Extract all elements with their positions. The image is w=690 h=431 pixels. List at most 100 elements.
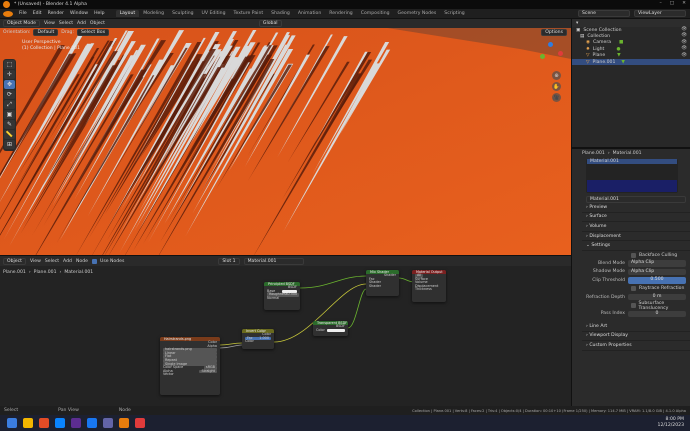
raytrace-refraction-checkbox[interactable] <box>631 286 636 292</box>
transparent-color-swatch[interactable] <box>327 328 345 332</box>
mode-selector[interactable]: Object Mode <box>3 20 40 27</box>
menu-render[interactable]: Render <box>45 11 67 16</box>
menu-help[interactable]: Help <box>91 11 107 16</box>
outliner-item-plane-001[interactable]: ▽ Plane.001 ▼ <box>572 58 690 66</box>
tab-geometry-nodes[interactable]: Geometry Nodes <box>394 10 441 17</box>
3d-viewport[interactable]: ⬚ ✛ ✥ ⟳ ⤢ ▣ ✎ 📏 ⊞ User Perspective (1) C… <box>0 19 571 255</box>
material-slot-item[interactable]: Material.001 <box>587 159 677 164</box>
blender-menu-icon[interactable] <box>3 10 13 17</box>
ne-menu-node[interactable]: Node <box>76 259 88 264</box>
section-line-art[interactable]: › Line Art <box>582 322 690 332</box>
add-cube-tool-icon[interactable]: ⊞ <box>4 140 15 149</box>
material-output-node[interactable]: Material Output All Surface Volume Displ… <box>412 270 446 302</box>
use-nodes-checkbox[interactable] <box>91 258 97 264</box>
scale-tool-icon[interactable]: ⤢ <box>4 100 15 109</box>
close-button[interactable]: ✕ <box>682 1 686 6</box>
ne-menu-view[interactable]: View <box>30 259 41 264</box>
invert-fac-value[interactable]: 1.000 <box>259 336 269 341</box>
clip-threshold-slider[interactable]: 0.500 <box>628 277 686 284</box>
options-button[interactable]: Options <box>541 28 567 36</box>
visibility-eye-icon[interactable]: 👁 <box>681 33 687 38</box>
section-displacement[interactable]: › Displacement <box>582 232 690 242</box>
tab-modeling[interactable]: Modeling <box>139 10 168 17</box>
tab-uv-editing[interactable]: UV Editing <box>198 10 230 17</box>
outliner-filter-icon[interactable]: ▾ <box>576 21 578 26</box>
annotate-tool-icon[interactable]: ✎ <box>4 120 15 129</box>
invert-color-node[interactable]: Invert Color Color Fac 1.000 Color <box>242 329 274 349</box>
select-tool-icon[interactable]: ⬚ <box>4 60 15 69</box>
zoom-icon[interactable]: ⊕ <box>552 71 561 80</box>
blend-mode-dropdown[interactable]: Alpha Clip <box>628 260 686 267</box>
move-tool-icon[interactable]: ✥ <box>4 80 15 89</box>
section-surface[interactable]: › Surface <box>582 213 690 223</box>
gizmo-x-icon[interactable] <box>558 51 563 56</box>
backface-culling-checkbox[interactable] <box>631 252 636 258</box>
backface-culling-row[interactable]: Backface Culling <box>582 251 690 259</box>
alpha-mode-selector[interactable]: Straight <box>199 369 217 374</box>
camera-view-icon[interactable]: 🎥 <box>552 93 561 102</box>
mix-shader-node[interactable]: Mix Shader Shader Fac Shader Shader <box>366 270 399 296</box>
app-icon[interactable] <box>87 418 97 428</box>
tab-scripting[interactable]: Scripting <box>440 10 468 17</box>
refraction-depth-field[interactable]: 0 m <box>628 293 686 301</box>
drag-selector[interactable]: Select Box <box>77 28 110 36</box>
blender-taskbar-icon[interactable] <box>119 418 129 428</box>
app-icon[interactable] <box>39 418 49 428</box>
visibility-eye-icon[interactable]: 👁 <box>681 46 687 51</box>
transform-orientation[interactable]: Global <box>258 20 282 27</box>
pass-index-field[interactable]: 0 <box>628 310 686 318</box>
visibility-eye-icon[interactable]: 👁 <box>681 40 687 45</box>
transform-tool-icon[interactable]: ▣ <box>4 110 15 119</box>
transparent-bsdf-node[interactable]: Transparent BSDF BSDF Color <box>313 321 348 336</box>
system-clock[interactable]: 8:00 PM 12/12/2023 <box>658 417 684 429</box>
shadow-mode-dropdown[interactable]: Alpha Clip <box>628 268 686 276</box>
slot-selector[interactable]: Slot 1 <box>218 257 240 265</box>
explorer-icon[interactable] <box>23 418 33 428</box>
tab-texture-paint[interactable]: Texture Paint <box>230 10 268 17</box>
node-tree-type-selector[interactable]: Object <box>3 257 26 265</box>
subsurface-translucency-row[interactable]: Subsurface Translucency <box>582 301 690 311</box>
menu-window[interactable]: Window <box>67 11 91 16</box>
raytrace-refraction-row[interactable]: Raytrace Refraction <box>582 285 690 293</box>
material-slot-list[interactable]: Material.001 <box>586 159 678 193</box>
menu-edit[interactable]: Edit <box>30 11 45 16</box>
vp-menu-object[interactable]: Object <box>90 21 105 26</box>
browser-icon[interactable] <box>55 418 65 428</box>
roughness-value[interactable]: 0.500 <box>288 293 298 297</box>
node-output-socket[interactable]: Shader <box>384 273 396 278</box>
section-settings[interactable]: ⌄ Settings <box>582 241 690 251</box>
node-editor[interactable]: Plane.001 › Plane.001 › Material.001 Princ… <box>0 266 571 406</box>
tab-shading[interactable]: Shading <box>267 10 294 17</box>
minimize-button[interactable]: – <box>660 1 662 6</box>
visibility-eye-icon[interactable]: 👁 <box>681 27 687 32</box>
scene-selector[interactable]: Scene <box>578 10 630 17</box>
section-viewport-display[interactable]: › Viewport Display <box>582 332 690 342</box>
gizmo-z-icon[interactable] <box>548 42 553 47</box>
app-icon[interactable] <box>71 418 81 428</box>
tab-layout[interactable]: Layout <box>115 10 140 17</box>
image-texture-node[interactable]: Hairstrands.png Color Alpha hairstrands.… <box>160 337 220 395</box>
navigation-gizmo[interactable] <box>538 42 564 68</box>
vp-menu-add[interactable]: Add <box>77 21 86 26</box>
visibility-eye-icon[interactable]: 👁 <box>681 53 687 58</box>
app-icon[interactable] <box>135 418 145 428</box>
orientation-selector[interactable]: Default <box>33 28 59 36</box>
ne-menu-add[interactable]: Add <box>63 259 72 264</box>
section-preview[interactable]: › Preview <box>582 203 690 213</box>
cursor-tool-icon[interactable]: ✛ <box>4 70 15 79</box>
vp-menu-select[interactable]: Select <box>59 21 73 26</box>
tab-animation[interactable]: Animation <box>294 10 325 17</box>
start-icon[interactable] <box>7 418 17 428</box>
tab-compositing[interactable]: Compositing <box>357 10 394 17</box>
app-icon[interactable] <box>103 418 113 428</box>
tab-sculpting[interactable]: Sculpting <box>168 10 197 17</box>
principled-bsdf-node[interactable]: Principled BSDF BSDF Base Color Roughnes… <box>264 282 300 310</box>
rotate-tool-icon[interactable]: ⟳ <box>4 90 15 99</box>
maximize-button[interactable]: □ <box>670 1 674 6</box>
vp-menu-view[interactable]: View <box>44 21 55 26</box>
ne-menu-select[interactable]: Select <box>45 259 59 264</box>
use-nodes-toggle[interactable]: Use Nodes <box>91 258 124 264</box>
view-layer-selector[interactable]: ViewLayer <box>634 10 686 17</box>
gizmo-y-icon[interactable] <box>540 54 545 59</box>
pan-icon[interactable]: ✋ <box>552 82 561 91</box>
